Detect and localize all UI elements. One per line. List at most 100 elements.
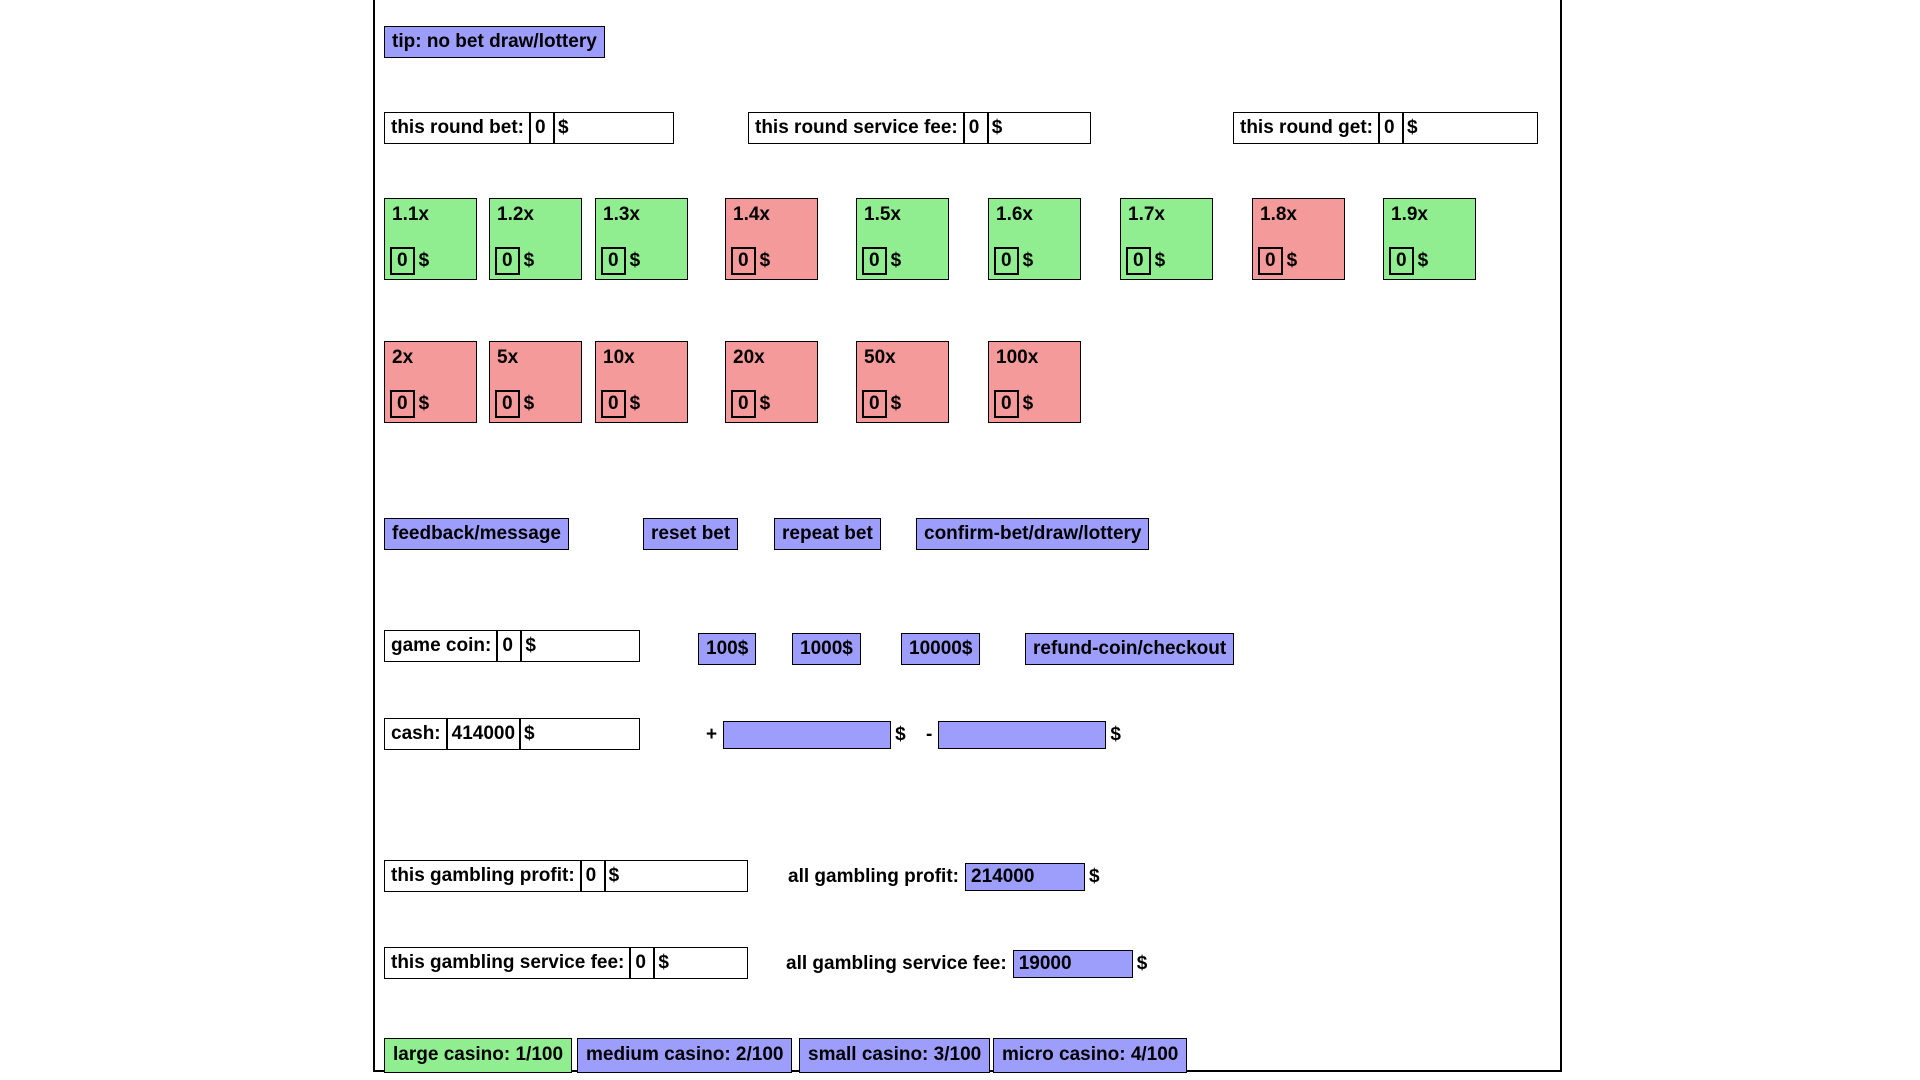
this-gambling-service-fee-value: 0 xyxy=(629,948,656,978)
multiplier-amount-wrap: 0 $ xyxy=(1258,247,1297,275)
this-gambling-service-fee-field[interactable]: this gambling service fee: 0 $ xyxy=(384,947,748,979)
multiplier-tile-100x[interactable]: 100x 0 $ xyxy=(988,341,1081,423)
multiplier-amount[interactable]: 0 xyxy=(731,390,756,418)
all-gambling-profit-currency: $ xyxy=(1089,866,1100,887)
cash-subtract-sign: - xyxy=(926,724,933,745)
multiplier-amount-wrap: 0 $ xyxy=(390,390,429,418)
this-gambling-profit-value: 0 xyxy=(579,861,606,891)
multiplier-amount[interactable]: 0 xyxy=(862,390,887,418)
reset-bet-button[interactable]: reset bet xyxy=(643,518,739,550)
this-round-service-fee-spacer xyxy=(1006,113,1090,143)
multiplier-amount[interactable]: 0 xyxy=(1389,247,1414,275)
multiplier-currency: $ xyxy=(890,393,902,414)
multiplier-amount[interactable]: 0 xyxy=(601,390,626,418)
all-gambling-profit-label: all gambling profit: xyxy=(788,866,959,887)
tip-banner: tip: no bet draw/lottery xyxy=(384,26,605,58)
game-coin-label: game coin: xyxy=(391,635,492,656)
multiplier-tile-1.9x[interactable]: 1.9x 0 $ xyxy=(1383,198,1476,280)
multiplier-tile-1.1x[interactable]: 1.1x 0 $ xyxy=(384,198,477,280)
multiplier-currency: $ xyxy=(629,250,641,271)
multiplier-tile-1.8x[interactable]: 1.8x 0 $ xyxy=(1252,198,1345,280)
multiplier-label: 1.7x xyxy=(1128,204,1165,225)
this-round-service-fee-value: 0 xyxy=(962,113,989,143)
multiplier-label: 1.4x xyxy=(733,204,770,225)
multiplier-amount[interactable]: 0 xyxy=(994,247,1019,275)
multiplier-tile-1.7x[interactable]: 1.7x 0 $ xyxy=(1120,198,1213,280)
cash-subtract-input[interactable] xyxy=(938,721,1107,749)
multiplier-amount[interactable]: 0 xyxy=(495,390,520,418)
multiplier-label: 1.9x xyxy=(1391,204,1428,225)
multiplier-tile-5x[interactable]: 5x 0 $ xyxy=(489,341,582,423)
multiplier-amount-wrap: 0 $ xyxy=(601,390,640,418)
this-round-service-fee-field[interactable]: this round service fee: 0 $ xyxy=(748,112,1091,144)
repeat-bet-button[interactable]: repeat bet xyxy=(774,518,881,550)
this-round-get-label: this round get: xyxy=(1240,117,1373,138)
multiplier-amount[interactable]: 0 xyxy=(495,247,520,275)
multiplier-tile-1.6x[interactable]: 1.6x 0 $ xyxy=(988,198,1081,280)
multiplier-currency: $ xyxy=(1022,250,1034,271)
casino-button-micro[interactable]: micro casino: 4/100 xyxy=(993,1038,1188,1073)
multiplier-label: 10x xyxy=(603,347,635,368)
all-gambling-service-fee-group: all gambling service fee: 19000 $ xyxy=(786,950,1147,978)
multiplier-amount-wrap: 0 $ xyxy=(601,247,640,275)
confirm-bet-draw-lottery-button[interactable]: confirm-bet/draw/lottery xyxy=(916,518,1150,550)
cash-field[interactable]: cash: 414000 $ xyxy=(384,718,640,750)
multiplier-tile-20x[interactable]: 20x 0 $ xyxy=(725,341,818,423)
multiplier-currency: $ xyxy=(890,250,902,271)
multiplier-amount-wrap: 0 $ xyxy=(495,390,534,418)
multiplier-tile-50x[interactable]: 50x 0 $ xyxy=(856,341,949,423)
multiplier-amount[interactable]: 0 xyxy=(1126,247,1151,275)
multiplier-amount[interactable]: 0 xyxy=(390,390,415,418)
casino-button-medium[interactable]: medium casino: 2/100 xyxy=(577,1038,793,1073)
multiplier-amount[interactable]: 0 xyxy=(862,247,887,275)
this-gambling-profit-field[interactable]: this gambling profit: 0 $ xyxy=(384,860,748,892)
multiplier-tile-1.3x[interactable]: 1.3x 0 $ xyxy=(595,198,688,280)
this-round-bet-label: this round bet: xyxy=(391,117,524,138)
this-round-get-currency: $ xyxy=(1406,117,1418,138)
this-round-get-field[interactable]: this round get: 0 $ xyxy=(1233,112,1538,144)
cash-subtract-group: - $ xyxy=(926,721,1121,749)
multiplier-amount[interactable]: 0 xyxy=(390,247,415,275)
multiplier-label: 100x xyxy=(996,347,1039,368)
multiplier-tile-10x[interactable]: 10x 0 $ xyxy=(595,341,688,423)
buy-coin-100-button[interactable]: 100$ xyxy=(698,633,757,665)
multiplier-amount-wrap: 0 $ xyxy=(731,247,770,275)
all-gambling-service-fee-value: 19000 xyxy=(1012,950,1133,978)
multiplier-amount[interactable]: 0 xyxy=(601,247,626,275)
multiplier-tile-1.2x[interactable]: 1.2x 0 $ xyxy=(489,198,582,280)
casino-button-large[interactable]: large casino: 1/100 xyxy=(384,1038,573,1073)
multiplier-tile-2x[interactable]: 2x 0 $ xyxy=(384,341,477,423)
cash-value: 414000 xyxy=(445,719,522,749)
casino-page: tip: no bet draw/lottery this round bet:… xyxy=(373,0,1562,1073)
multiplier-label: 1.5x xyxy=(864,204,901,225)
buy-coin-10000-button[interactable]: 10000$ xyxy=(901,633,981,665)
multiplier-amount-wrap: 0 $ xyxy=(495,247,534,275)
multiplier-amount[interactable]: 0 xyxy=(731,247,756,275)
multiplier-label: 1.3x xyxy=(603,204,640,225)
multiplier-amount[interactable]: 0 xyxy=(1258,247,1283,275)
multiplier-label: 1.8x xyxy=(1260,204,1297,225)
multiplier-amount-wrap: 0 $ xyxy=(390,247,429,275)
multiplier-amount-wrap: 0 $ xyxy=(994,247,1033,275)
multiplier-amount-wrap: 0 $ xyxy=(994,390,1033,418)
this-round-bet-currency: $ xyxy=(557,117,569,138)
cash-add-input[interactable] xyxy=(723,721,892,749)
game-coin-value: 0 xyxy=(496,631,523,661)
multiplier-amount[interactable]: 0 xyxy=(994,390,1019,418)
this-round-service-fee-label: this round service fee: xyxy=(755,117,958,138)
this-round-bet-field[interactable]: this round bet: 0 $ xyxy=(384,112,674,144)
multiplier-amount-wrap: 0 $ xyxy=(1126,247,1165,275)
this-gambling-service-fee-label: this gambling service fee: xyxy=(391,952,625,973)
buy-coin-1000-button[interactable]: 1000$ xyxy=(792,633,861,665)
game-coin-field[interactable]: game coin: 0 $ xyxy=(384,630,640,662)
multiplier-tile-1.5x[interactable]: 1.5x 0 $ xyxy=(856,198,949,280)
multiplier-currency: $ xyxy=(1286,250,1298,271)
multiplier-label: 20x xyxy=(733,347,765,368)
multiplier-tile-1.4x[interactable]: 1.4x 0 $ xyxy=(725,198,818,280)
casino-button-small[interactable]: small casino: 3/100 xyxy=(799,1038,991,1073)
refund-coin-checkout-button[interactable]: refund-coin/checkout xyxy=(1025,633,1235,665)
multiplier-currency: $ xyxy=(629,393,641,414)
this-round-bet-spacer xyxy=(573,113,673,143)
cash-spacer xyxy=(539,719,639,749)
multiplier-amount-wrap: 0 $ xyxy=(1389,247,1428,275)
